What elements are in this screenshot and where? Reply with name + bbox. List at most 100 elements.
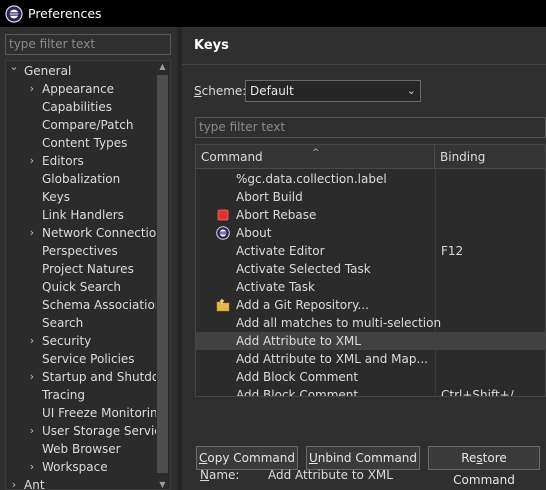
- tree-item-label: Compare/Patch: [42, 118, 134, 132]
- tree-item-label: Service Policies: [42, 352, 135, 366]
- tree-item-label: Content Types: [42, 136, 128, 150]
- chevron-right-icon[interactable]: ›: [26, 422, 38, 440]
- table-row[interactable]: Add a Git Repository...: [196, 296, 545, 314]
- tree-item[interactable]: › Workspace: [6, 458, 156, 476]
- command-name: Add a Git Repository...: [236, 298, 369, 312]
- tree-item-label: Globalization: [42, 172, 121, 186]
- tree-item-label: Workspace: [42, 460, 108, 474]
- tree-scrollbar[interactable]: ▲ ▼: [155, 61, 170, 489]
- table-row[interactable]: Add Attribute to XML: [196, 332, 545, 350]
- table-row[interactable]: Add Block Comment: [196, 368, 545, 386]
- chevron-down-icon[interactable]: ⌄: [8, 62, 20, 76]
- tree-item-label: General: [24, 64, 72, 78]
- preference-navigation: type filter text ▲ ▼ ⌄ General › Appearance…: [0, 27, 177, 490]
- command-name: Activate Selected Task: [236, 262, 371, 276]
- tree-item[interactable]: › Network Connections: [6, 224, 156, 242]
- preference-tree[interactable]: ▲ ▼ ⌄ General › Appearance Capabilities Compa…: [5, 60, 171, 490]
- tree-item[interactable]: Tracing: [6, 386, 156, 404]
- tree-item[interactable]: Schema Associations: [6, 296, 156, 314]
- scrollbar-thumb[interactable]: [157, 75, 168, 473]
- tree-item-label: Keys: [42, 190, 71, 204]
- tree-item-label: Editors: [42, 154, 84, 168]
- tree-item[interactable]: › Security: [6, 332, 156, 350]
- tree-item-label: Network Connections: [42, 226, 156, 240]
- tree-item[interactable]: › Ant: [6, 476, 156, 490]
- scheme-dropdown[interactable]: Default ⌄: [245, 80, 421, 102]
- table-row[interactable]: Activate Selected Task: [196, 260, 545, 278]
- command-name: Add all matches to multi-selection: [236, 316, 442, 330]
- tree-item[interactable]: Search: [6, 314, 156, 332]
- name-label: Name:: [200, 468, 240, 482]
- tree-item[interactable]: › Appearance: [6, 80, 156, 98]
- tree-item-label: User Storage Service: [42, 424, 156, 438]
- command-name: Abort Build: [236, 190, 303, 204]
- tree-item[interactable]: › Startup and Shutdown: [6, 368, 156, 386]
- copy-command-button[interactable]: Copy Command: [196, 446, 298, 470]
- chevron-right-icon[interactable]: ›: [26, 332, 38, 350]
- tree-item-label: Ant: [24, 478, 45, 490]
- name-value: Add Attribute to XML: [268, 468, 393, 482]
- tree-item[interactable]: ⌄ General: [6, 62, 156, 80]
- command-name: Abort Rebase: [236, 208, 317, 222]
- tree-item-label: Link Handlers: [42, 208, 124, 222]
- page-header: Keys: [182, 27, 546, 65]
- table-row[interactable]: Add Attribute to XML and Map...: [196, 350, 545, 368]
- window-title: Preferences: [28, 6, 102, 21]
- table-row[interactable]: %gc.data.collection.label: [196, 170, 545, 188]
- table-row[interactable]: Add Block Comment Ctrl+Shift+/: [196, 386, 545, 397]
- command-name: %gc.data.collection.label: [236, 172, 387, 186]
- chevron-right-icon[interactable]: ›: [8, 476, 20, 489]
- table-row[interactable]: Activate Task: [196, 278, 545, 296]
- chevron-right-icon[interactable]: ›: [26, 80, 38, 98]
- tree-item[interactable]: Globalization: [6, 170, 156, 188]
- tree-item-label: Security: [42, 334, 92, 348]
- tree-item[interactable]: Service Policies: [6, 350, 156, 368]
- chevron-right-icon[interactable]: ›: [26, 458, 38, 476]
- tree-item[interactable]: › Editors: [6, 152, 156, 170]
- tree-item[interactable]: › User Storage Service: [6, 422, 156, 440]
- scroll-down-arrow-icon[interactable]: ▼: [155, 479, 170, 489]
- tree-item-label: Web Browser: [42, 442, 121, 456]
- table-row[interactable]: Add all matches to multi-selection: [196, 314, 545, 332]
- tree-item[interactable]: Link Handlers: [6, 206, 156, 224]
- unbind-command-button[interactable]: Unbind Command: [306, 446, 420, 470]
- chevron-right-icon[interactable]: ›: [26, 224, 38, 242]
- stop-icon: [217, 209, 229, 221]
- command-name: Activate Editor: [236, 244, 325, 258]
- command-filter-input[interactable]: type filter text: [195, 117, 546, 138]
- git-repo-icon: [216, 299, 230, 312]
- tree-item[interactable]: Web Browser: [6, 440, 156, 458]
- eclipse-app-icon: [5, 4, 23, 23]
- tree-item[interactable]: UI Freeze Monitoring: [6, 404, 156, 422]
- chevron-right-icon[interactable]: ›: [26, 368, 38, 386]
- table-row[interactable]: About: [196, 224, 545, 242]
- tree-item[interactable]: Project Natures: [6, 260, 156, 278]
- tree-item-label: Quick Search: [42, 280, 121, 294]
- tree-item[interactable]: Content Types: [6, 134, 156, 152]
- tree-item[interactable]: Keys: [6, 188, 156, 206]
- eclipse-icon: [216, 226, 230, 240]
- key-binding: Ctrl+Shift+/: [441, 388, 514, 397]
- chevron-right-icon[interactable]: ›: [26, 152, 38, 170]
- table-row[interactable]: Abort Rebase: [196, 206, 545, 224]
- tree-item[interactable]: Compare/Patch: [6, 116, 156, 134]
- tree-item[interactable]: Capabilities: [6, 98, 156, 116]
- command-name: Add Attribute to XML: [236, 334, 361, 348]
- restore-command-button[interactable]: Restore Command: [428, 446, 540, 487]
- tree-filter-input[interactable]: type filter text: [5, 34, 171, 55]
- table-header: ^ Command Binding: [196, 145, 545, 169]
- command-name: Activate Task: [236, 280, 315, 294]
- tree-item-label: UI Freeze Monitoring: [42, 406, 156, 420]
- command-name: About: [236, 226, 272, 240]
- command-name: Add Block Comment: [236, 370, 359, 384]
- table-row[interactable]: Activate Editor F12: [196, 242, 545, 260]
- tree-item[interactable]: Perspectives: [6, 242, 156, 260]
- command-name: Add Attribute to XML and Map...: [236, 352, 428, 366]
- column-header-binding[interactable]: Binding: [435, 145, 545, 169]
- table-row[interactable]: Abort Build: [196, 188, 545, 206]
- column-header-command[interactable]: ^ Command: [196, 145, 435, 169]
- scroll-up-arrow-icon[interactable]: ▲: [155, 61, 170, 73]
- tree-item[interactable]: Quick Search: [6, 278, 156, 296]
- commands-table[interactable]: ^ Command Binding %gc.data.collection.la…: [195, 144, 546, 397]
- keys-preference-page: Keys Scheme: Default ⌄ type filter text …: [182, 27, 546, 490]
